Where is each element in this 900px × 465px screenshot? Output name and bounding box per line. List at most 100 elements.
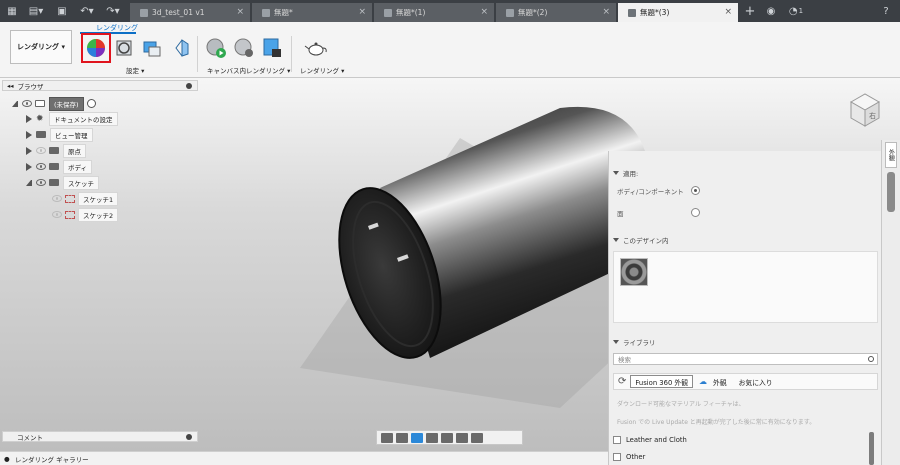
- visibility-icon[interactable]: [36, 179, 46, 186]
- expand-icon[interactable]: [26, 146, 32, 155]
- new-tab-icon[interactable]: +: [744, 3, 756, 19]
- visibility-icon[interactable]: [36, 163, 46, 170]
- grid-menu-icon[interactable]: ▦: [6, 3, 18, 19]
- tab-doc-3[interactable]: 無題*(1) ×: [374, 3, 494, 22]
- notifications-icon[interactable]: ◔ 1: [786, 3, 806, 19]
- search-icon[interactable]: [868, 356, 874, 362]
- settings-group-label[interactable]: 設定 ▾: [126, 65, 144, 75]
- tree-item-bodies[interactable]: ボディ: [26, 159, 93, 174]
- render-group-label[interactable]: レンダリング ▾: [300, 65, 344, 75]
- scene-settings-button[interactable]: [112, 36, 136, 60]
- folder-icon: [36, 131, 46, 138]
- expand-icon[interactable]: [12, 100, 18, 107]
- tab-fusion-appearances[interactable]: Fusion 360 外観: [630, 375, 694, 388]
- in-design-section-header[interactable]: このデザイン内: [613, 235, 669, 245]
- help-icon[interactable]: ?: [880, 3, 892, 19]
- folder-checkbox[interactable]: [613, 453, 621, 461]
- sketch-icon: [65, 210, 75, 219]
- add-comment-icon[interactable]: [186, 434, 192, 440]
- material-thumbnail[interactable]: [620, 258, 648, 286]
- library-folder-other[interactable]: Other: [613, 453, 645, 461]
- collapse-icon[interactable]: ◂◂: [7, 82, 14, 90]
- appearance-button[interactable]: [81, 33, 111, 63]
- grid-settings-icon[interactable]: [471, 432, 483, 443]
- in-canvas-render-button[interactable]: [204, 36, 228, 60]
- expand-icon[interactable]: [26, 162, 32, 171]
- tree-item-document-settings[interactable]: ✹ ドキュメントの設定: [26, 111, 118, 126]
- save-icon[interactable]: ▣: [56, 3, 68, 19]
- browser-header[interactable]: ◂◂ ブラウザ: [2, 80, 198, 91]
- orbit-icon[interactable]: [381, 432, 393, 443]
- face-radio[interactable]: [691, 208, 700, 217]
- tree-item-named-views[interactable]: ビュー管理: [26, 127, 93, 142]
- tree-root[interactable]: (未保存): [12, 96, 96, 111]
- display-settings-icon[interactable]: [456, 432, 468, 443]
- tab-appearances[interactable]: 外観: [709, 375, 731, 388]
- canvas-render-group-label[interactable]: キャンバス内レンダリング ▾: [207, 65, 290, 75]
- tree-label: (未保存): [49, 96, 84, 111]
- decal-button[interactable]: [168, 36, 192, 60]
- activate-radio-icon[interactable]: [86, 99, 96, 108]
- render-button[interactable]: [304, 36, 328, 60]
- cube-icon: [262, 8, 270, 17]
- redo-icon[interactable]: ↷▾: [104, 3, 122, 19]
- refresh-icon[interactable]: ⟳: [618, 376, 626, 387]
- comment-title: コメント: [17, 433, 43, 442]
- ribbon: レンダリング ▾ レンダリング 設定 ▾ キャンバス内レンダリング ▾ レンダリ…: [0, 22, 900, 78]
- close-icon[interactable]: ×: [724, 7, 732, 17]
- side-tab-appearance[interactable]: 外観: [885, 142, 897, 168]
- close-icon[interactable]: ×: [236, 7, 244, 17]
- apply-section-header[interactable]: 適用:: [613, 168, 638, 178]
- download-info-2: Fusion での Live Update と再起動が完了した後に常に有効になり…: [617, 419, 816, 426]
- expand-gallery-icon[interactable]: ●: [4, 455, 10, 463]
- folder-checkbox[interactable]: [613, 436, 621, 444]
- fit-icon[interactable]: [441, 432, 453, 443]
- undo-icon[interactable]: ↶▾: [78, 3, 96, 19]
- tab-doc-4[interactable]: 無題*(2) ×: [496, 3, 616, 22]
- viewcube-right-face: 右: [869, 111, 876, 120]
- sketch-icon: [65, 194, 75, 203]
- visibility-icon[interactable]: [52, 195, 62, 202]
- visibility-icon[interactable]: [36, 147, 46, 154]
- pan-icon[interactable]: [411, 432, 423, 443]
- tree-item-sketch1[interactable]: スケッチ1: [52, 191, 119, 206]
- expand-icon[interactable]: [26, 179, 32, 186]
- library-section-header[interactable]: ライブラリ: [613, 337, 656, 347]
- pin-icon[interactable]: [186, 83, 192, 89]
- tab-doc-1[interactable]: 3d_test_01 v1 ×: [130, 3, 250, 22]
- close-icon[interactable]: ×: [602, 7, 610, 17]
- job-status-icon[interactable]: ◉: [764, 3, 778, 19]
- tree-item-sketch2[interactable]: スケッチ2: [52, 207, 119, 222]
- look-at-icon[interactable]: [396, 432, 408, 443]
- zoom-icon[interactable]: [426, 432, 438, 443]
- expand-icon[interactable]: [26, 114, 32, 123]
- tab-favorites[interactable]: お気に入り: [735, 375, 777, 388]
- teapot-icon: [304, 42, 327, 56]
- in-canvas-render-settings-button[interactable]: [232, 36, 256, 60]
- close-icon[interactable]: ×: [480, 7, 488, 17]
- tab-doc-2[interactable]: 無題* ×: [252, 3, 372, 22]
- comment-bar[interactable]: コメント: [2, 431, 198, 442]
- viewcube[interactable]: 右: [845, 90, 881, 130]
- tree-item-origin[interactable]: 原点: [26, 143, 86, 158]
- expand-icon[interactable]: [26, 130, 32, 139]
- workspace-switcher[interactable]: レンダリング ▾: [10, 30, 72, 64]
- search-placeholder: 検索: [618, 356, 631, 364]
- library-search-input[interactable]: 検索: [613, 353, 878, 365]
- file-menu-icon[interactable]: ▤▾: [28, 3, 44, 19]
- apply-option-body[interactable]: ボディ/コンポーネント: [617, 186, 701, 196]
- capture-image-button[interactable]: [260, 36, 284, 60]
- visibility-icon[interactable]: [22, 100, 32, 107]
- apply-option-face[interactable]: 面: [617, 208, 701, 218]
- library-folder-leather[interactable]: Leather and Cloth: [613, 436, 687, 444]
- texture-map-icon: [143, 41, 161, 57]
- panel-scrollbar[interactable]: [869, 432, 874, 465]
- side-scroll-thumb[interactable]: [887, 172, 895, 212]
- visibility-icon[interactable]: [52, 211, 62, 218]
- body-radio[interactable]: [691, 186, 700, 195]
- close-icon[interactable]: ×: [358, 7, 366, 17]
- tree-item-sketches[interactable]: スケッチ: [26, 175, 99, 190]
- tab-doc-5[interactable]: 無題*(3) ×: [618, 3, 738, 22]
- tab-label: 無題*: [274, 8, 293, 17]
- texture-map-button[interactable]: [140, 36, 164, 60]
